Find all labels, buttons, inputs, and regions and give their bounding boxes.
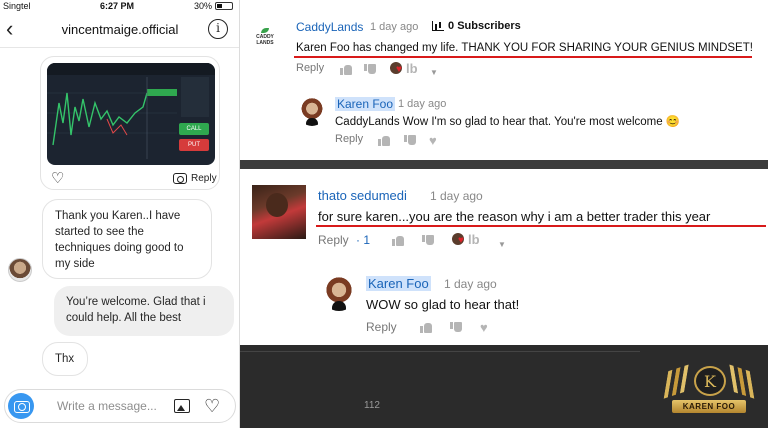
red-heart-icon: ♥	[396, 64, 402, 75]
avatar[interactable]	[8, 258, 32, 282]
comment-author[interactable]: CaddyLands	[296, 20, 363, 34]
like-count: · 1	[356, 233, 371, 247]
message-input[interactable]: Write a message...	[57, 399, 157, 413]
message-bubble-incoming: Thx	[42, 342, 88, 376]
thumbs-down-icon[interactable]	[450, 322, 462, 333]
dm-header: ‹ vincentmaige.official i	[0, 14, 239, 48]
avatar[interactable]	[322, 277, 356, 311]
left-wing-icon	[660, 362, 696, 400]
trading-chart-thumbnail: CALL PUT	[47, 63, 215, 165]
reply-button[interactable]: Reply	[296, 62, 324, 74]
thumbs-down-icon[interactable]	[404, 135, 416, 146]
divider	[240, 351, 640, 352]
author-highlight: Karen Foo	[335, 97, 396, 111]
comment-time: 1 day ago	[430, 189, 483, 203]
thumbs-down-icon[interactable]	[422, 235, 434, 246]
dm-username[interactable]: vincentmaige.official	[40, 22, 200, 37]
message-bubble-incoming: Thank you Karen..I have started to see t…	[42, 199, 212, 279]
comment-text: for sure karen...you are the reason why …	[318, 209, 711, 224]
message-composer[interactable]: Write a message... ♡	[4, 389, 236, 423]
shared-post-actions: ♡ Reply	[41, 167, 219, 189]
comment-text: Karen Foo has changed my life. THANK YOU…	[296, 42, 753, 54]
channel-logo[interactable]: CADDY LANDS	[252, 28, 278, 50]
reply-text: WOW so glad to hear that!	[366, 297, 520, 312]
info-icon[interactable]: i	[208, 19, 228, 39]
comment-time: 1 day ago	[370, 21, 419, 33]
avatar[interactable]	[252, 185, 306, 239]
thumbs-up-icon[interactable]	[392, 235, 404, 246]
avatar[interactable]	[298, 98, 326, 126]
youtube-comments-panel: CADDY LANDS CaddyLands 1 day ago 0 Subsc…	[240, 0, 768, 428]
red-underline-annotation	[294, 56, 752, 58]
shared-post-card[interactable]: CALL PUT ♡ Reply	[40, 56, 220, 190]
page-number: 112	[364, 400, 380, 411]
status-bar: Singtel 6:27 PM 30%	[0, 0, 239, 12]
instagram-dm-panel: Singtel 6:27 PM 30% ‹ vincentmaige.offic…	[0, 0, 240, 428]
red-underline-annotation	[316, 225, 766, 227]
battery-percent: 30%	[194, 1, 213, 11]
thumbs-up-icon[interactable]	[378, 135, 390, 146]
reply-button[interactable]: Reply	[335, 133, 363, 145]
monogram-emblem	[694, 366, 726, 396]
thumbs-up-icon[interactable]	[340, 64, 352, 75]
thumbs-up-icon[interactable]	[420, 322, 432, 333]
message-bubble-outgoing: You’re welcome. Glad that i could help. …	[54, 286, 234, 336]
camera-icon[interactable]	[8, 393, 34, 419]
bar-chart-icon	[432, 21, 444, 31]
reply-time: 1 day ago	[444, 277, 497, 291]
brand-name: KAREN FOO	[672, 400, 746, 413]
thumbs-down-icon[interactable]	[364, 64, 376, 75]
comment-thread: thato sedumedi 1 day ago for sure karen.…	[240, 169, 768, 345]
comment-author[interactable]: thato sedumedi	[318, 188, 407, 203]
back-icon[interactable]: ‹	[6, 16, 13, 42]
creator-heart-icon: ♥ lb	[390, 62, 420, 78]
chevron-down-icon[interactable]: ▼	[430, 68, 438, 77]
reply-time: 1 day ago	[398, 98, 447, 110]
comment-thread: CADDY LANDS CaddyLands 1 day ago 0 Subsc…	[240, 0, 768, 160]
battery-icon	[215, 2, 233, 10]
reply-button[interactable]: Reply	[318, 233, 349, 247]
heart-icon[interactable]: ♥	[480, 321, 488, 334]
subscriber-count: 0 Subscribers	[448, 20, 521, 32]
reply-author[interactable]: Karen Foo	[335, 97, 396, 111]
heart-icon[interactable]: ♡	[204, 396, 220, 416]
creator-heart-label: lb	[406, 61, 418, 76]
reply-author[interactable]: Karen Foo	[366, 276, 431, 291]
heart-icon[interactable]: ♥	[429, 134, 437, 147]
creator-heart-label: lb	[468, 232, 480, 247]
red-heart-icon: ♥	[458, 235, 464, 246]
brand-logo: KAREN FOO	[658, 362, 760, 424]
reply-button[interactable]: Reply	[191, 173, 217, 184]
divider	[240, 160, 768, 169]
call-button: CALL	[179, 123, 209, 135]
clock: 6:27 PM	[100, 1, 135, 11]
chevron-down-icon[interactable]: ▼	[498, 240, 506, 249]
put-button: PUT	[179, 139, 209, 151]
camera-reply-icon[interactable]	[173, 173, 187, 184]
author-highlight: Karen Foo	[366, 276, 431, 291]
heart-icon[interactable]: ♡	[51, 171, 64, 187]
reply-text: CaddyLands Wow I'm so glad to hear that.…	[335, 116, 681, 128]
image-icon[interactable]	[174, 399, 190, 413]
carrier-label: Singtel	[3, 1, 31, 11]
creator-heart-icon: ♥ lb	[452, 233, 482, 249]
right-wing-icon	[722, 362, 758, 400]
reply-button[interactable]: Reply	[366, 320, 397, 334]
